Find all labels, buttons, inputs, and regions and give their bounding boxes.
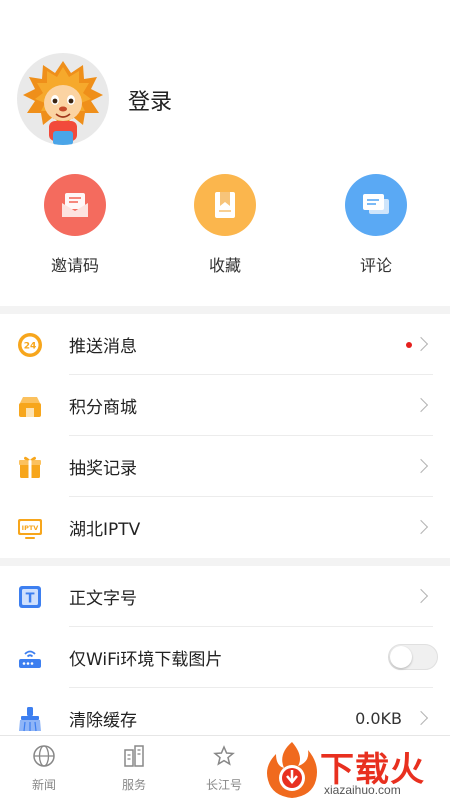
menu-item-label: 积分商城: [69, 398, 137, 418]
profile-header[interactable]: 登录: [0, 0, 450, 160]
watermark-url: xiazaihuo.com: [324, 783, 401, 797]
building-icon: [124, 745, 144, 767]
cache-size-value: 0.0KB: [355, 709, 402, 728]
chevron-right-icon: [413, 710, 429, 726]
menu-group-1: 24 推送消息 积分商城 抽奖记录 IPTV 湖北IPTV: [0, 314, 450, 558]
chevron-right-icon: [413, 397, 429, 413]
font-size-icon-text: T: [26, 592, 35, 607]
favorites-label: 收藏: [208, 256, 241, 275]
menu-item-label: 湖北IPTV: [69, 520, 141, 540]
invite-icon: [44, 174, 106, 236]
invite-code-button[interactable]: 邀请码: [15, 174, 135, 276]
login-label[interactable]: 登录: [128, 84, 172, 116]
menu-item-label: 清除缓存: [69, 711, 137, 731]
flame-logo-icon: [267, 742, 317, 798]
quick-actions: 邀请码 收藏 评论: [0, 174, 450, 284]
font-size-icon: T: [19, 586, 41, 608]
menu-item-points-mall[interactable]: 积分商城: [0, 375, 450, 436]
wifi-only-toggle[interactable]: [388, 644, 438, 670]
iptv-icon: IPTV: [18, 519, 42, 539]
menu-item-hubei-iptv[interactable]: IPTV 湖北IPTV: [0, 497, 450, 558]
router-icon: [19, 650, 41, 668]
menu-item-wifi-only-images: 仅WiFi环境下载图片: [0, 627, 450, 688]
chevron-right-icon: [413, 336, 429, 352]
iptv-icon-text: IPTV: [22, 524, 39, 532]
tab-services[interactable]: 服务: [104, 744, 164, 793]
menu-item-push-messages[interactable]: 24 推送消息: [0, 314, 450, 375]
gift-icon: [19, 456, 41, 478]
comment-icon: [345, 174, 407, 236]
avatar[interactable]: [17, 53, 109, 145]
mascot-avatar-icon: [23, 61, 103, 145]
favorites-button[interactable]: 收藏: [165, 174, 285, 276]
menu-item-label: 正文字号: [69, 589, 137, 609]
star-icon: [213, 745, 235, 766]
tab-label: 服务: [121, 778, 146, 792]
invite-code-label: 邀请码: [50, 256, 99, 275]
watermark: 下载火 xiazaihuo.com: [262, 740, 450, 800]
comments-button[interactable]: 评论: [316, 174, 436, 276]
globe-icon: [33, 745, 55, 767]
section-divider: [0, 306, 450, 314]
menu-item-font-size[interactable]: T 正文字号: [0, 566, 450, 627]
push-24-icon: 24: [18, 333, 42, 357]
menu-item-label: 抽奖记录: [69, 459, 137, 479]
tab-label: 长江号: [205, 778, 242, 792]
push-badge-text: 24: [24, 342, 37, 352]
bookmark-icon: [194, 174, 256, 236]
section-divider: [0, 558, 450, 566]
menu-item-lottery-records[interactable]: 抽奖记录: [0, 436, 450, 497]
chevron-right-icon: [413, 588, 429, 604]
comments-label: 评论: [359, 256, 392, 275]
shop-icon: [19, 397, 41, 417]
menu-item-label: 推送消息: [69, 337, 137, 357]
tab-changjiang[interactable]: 长江号: [194, 744, 254, 793]
menu-item-label: 仅WiFi环境下载图片: [69, 650, 223, 670]
broom-icon: [19, 707, 41, 732]
menu-group-2: T 正文字号 仅WiFi环境下载图片 清除缓存 0.0KB: [0, 566, 450, 749]
tab-news[interactable]: 新闻: [14, 744, 74, 793]
chevron-right-icon: [413, 519, 429, 535]
chevron-right-icon: [413, 458, 429, 474]
toggle-knob: [390, 646, 412, 668]
unread-dot: [406, 342, 412, 348]
tab-label: 新闻: [31, 778, 56, 792]
